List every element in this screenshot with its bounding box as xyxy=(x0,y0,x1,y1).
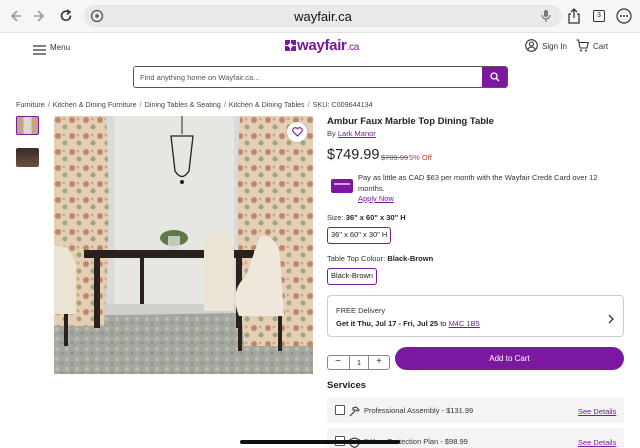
breadcrumb: Furniture / Kitchen & Dining Furniture / Din… xyxy=(16,100,373,109)
product-main-image[interactable] xyxy=(54,116,313,374)
breadcrumb-item[interactable]: Kitchen & Dining Tables xyxy=(229,100,305,109)
favorite-button[interactable] xyxy=(287,122,307,142)
search-bar xyxy=(133,66,508,88)
service-label: Professional Assembly - $131.99 xyxy=(364,406,474,415)
colour-value: Black-Brown xyxy=(387,254,434,263)
credit-offer-text: Pay as little as CAD $63 per month with … xyxy=(358,173,598,193)
breadcrumb-item[interactable]: Kitchen & Dining Furniture xyxy=(53,100,137,109)
more-icon[interactable] xyxy=(615,7,633,25)
tabs-icon[interactable]: 3 xyxy=(590,7,608,25)
by-prefix: By xyxy=(327,129,336,138)
address-bar[interactable]: wayfair.ca xyxy=(84,5,562,27)
brand-link[interactable]: Lark Manor xyxy=(338,129,376,138)
thumbnail-image-2[interactable] xyxy=(16,148,39,167)
search-button[interactable] xyxy=(482,67,507,87)
delivery-title: FREE Delivery xyxy=(336,306,386,315)
forward-arrow-icon[interactable] xyxy=(31,7,49,25)
see-details-link[interactable]: See Details xyxy=(578,407,616,416)
search-icon xyxy=(490,72,500,82)
home-indicator[interactable] xyxy=(240,440,400,444)
size-option-selected[interactable]: 36" x 60" x 30" H xyxy=(327,227,392,244)
reload-icon[interactable] xyxy=(57,7,75,25)
url-text: wayfair.ca xyxy=(294,9,352,24)
wayfair-logo[interactable]: wayfair.ca xyxy=(285,37,359,54)
size-value: 36" x 60" x 30" H xyxy=(345,213,406,222)
browser-toolbar: wayfair.ca 3 xyxy=(0,0,640,33)
quantity-decrease-button[interactable]: − xyxy=(328,356,348,369)
delivery-date-line: Get it Thu, Jul 17 - Fri, Jul 25 to M4C … xyxy=(336,319,480,328)
sale-price: $749.99 xyxy=(327,147,380,163)
service-checkbox[interactable] xyxy=(335,405,345,415)
share-icon[interactable] xyxy=(565,7,583,25)
site-header: Menu wayfair.ca Sign In Cart xyxy=(0,33,640,63)
sku-label: SKU: C009644134 xyxy=(312,100,373,109)
colour-label-line: Table Top Colour: Black-Brown xyxy=(327,254,433,263)
service-row: 5 Year Protection Plan - $98.99 See Deta… xyxy=(327,428,624,448)
delivery-date: Get it Thu, Jul 17 - Fri, Jul 25 xyxy=(336,319,439,328)
services-heading: Services xyxy=(327,380,367,391)
apply-now-link[interactable]: Apply Now xyxy=(358,194,394,203)
credit-card-icon xyxy=(331,179,353,193)
breadcrumb-item[interactable]: Furniture xyxy=(16,100,45,109)
sign-in-link[interactable]: Sign In xyxy=(542,42,567,51)
product-title: Ambur Faux Marble Top Dining Table xyxy=(327,116,494,127)
breadcrumb-item[interactable]: Dining Tables & Seating xyxy=(145,100,221,109)
back-arrow-icon[interactable] xyxy=(6,7,24,25)
see-details-link[interactable]: See Details xyxy=(578,438,616,447)
postal-code-link[interactable]: M4C 1B5 xyxy=(449,319,480,328)
add-to-cart-button[interactable]: Add to Cart xyxy=(395,347,624,370)
quantity-value[interactable]: 1 xyxy=(349,356,369,369)
tab-count: 3 xyxy=(593,10,605,22)
colour-option-selected[interactable]: Black-Brown xyxy=(327,268,378,285)
cart-icon[interactable] xyxy=(576,39,589,52)
microphone-icon[interactable] xyxy=(540,9,552,23)
hammer-icon xyxy=(349,404,360,417)
size-label-line: Size: 36" x 60" x 30" H xyxy=(327,213,406,222)
heart-icon xyxy=(291,127,303,137)
brand-line: By Lark Manor xyxy=(327,129,376,138)
delivery-box[interactable]: FREE Delivery Get it Thu, Jul 17 - Fri, … xyxy=(327,295,624,337)
logo-suffix: .ca xyxy=(346,42,360,53)
search-input[interactable] xyxy=(134,67,482,87)
size-label: Size: xyxy=(327,213,344,222)
delivery-to: to xyxy=(440,319,447,328)
thumbnail-image-1[interactable] xyxy=(16,116,39,135)
account-icon[interactable] xyxy=(525,39,538,52)
hamburger-menu-icon[interactable] xyxy=(33,42,46,55)
menu-label[interactable]: Menu xyxy=(50,43,70,52)
service-row: Professional Assembly - $131.99 See Deta… xyxy=(327,397,624,423)
quantity-stepper: − 1 + xyxy=(327,355,390,370)
was-price: $789.99 xyxy=(381,153,409,162)
colour-label: Table Top Colour: xyxy=(327,254,386,263)
logo-text: wayfair xyxy=(297,37,347,54)
chevron-right-icon xyxy=(607,311,615,324)
cart-link[interactable]: Cart xyxy=(593,42,608,51)
discount-label: 5% Off xyxy=(409,153,432,162)
wayfair-pinwheel-icon xyxy=(285,38,296,51)
quantity-increase-button[interactable]: + xyxy=(369,356,389,369)
